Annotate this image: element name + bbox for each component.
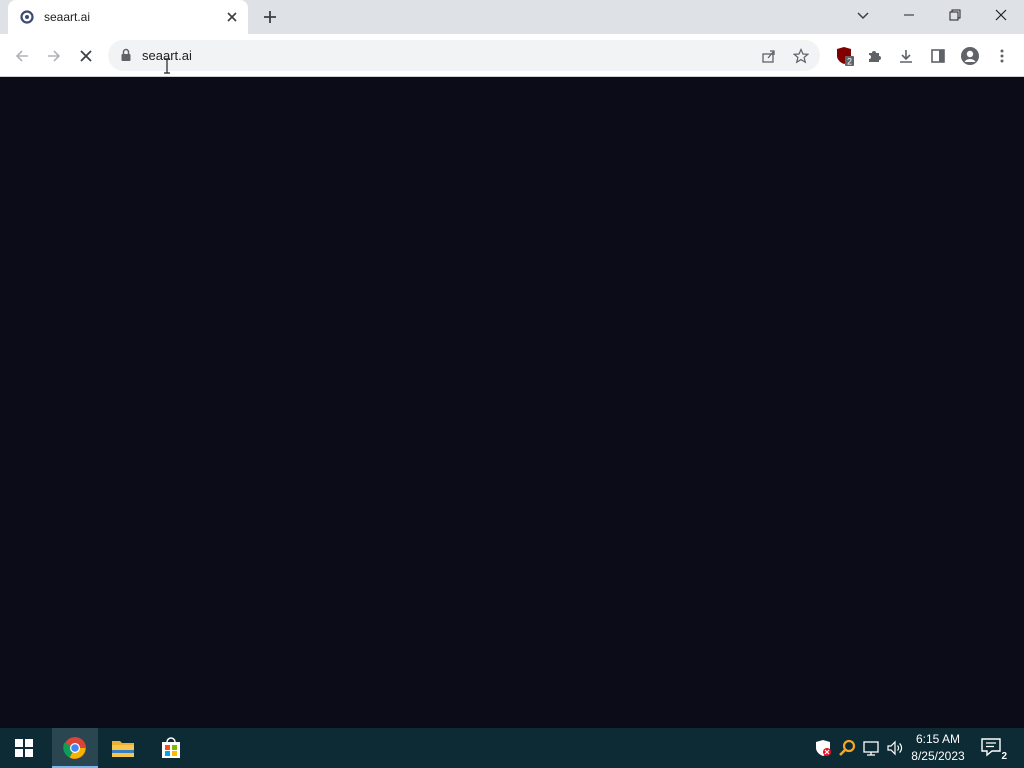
taskbar-chrome[interactable] xyxy=(52,728,98,768)
folder-icon xyxy=(112,741,134,757)
share-button[interactable] xyxy=(756,43,782,69)
side-panel-button[interactable] xyxy=(924,42,952,70)
star-icon xyxy=(793,48,809,64)
search-tray[interactable] xyxy=(837,738,857,758)
share-icon xyxy=(762,50,775,63)
minimize-icon xyxy=(904,14,914,16)
tab-title: seaart.ai xyxy=(44,10,91,24)
windows-security-tray[interactable] xyxy=(813,738,833,758)
restore-button[interactable] xyxy=(932,0,978,30)
text-cursor-icon xyxy=(164,58,170,74)
tab-search-button[interactable] xyxy=(840,0,886,30)
chevron-down-icon xyxy=(857,12,869,20)
profile-avatar-icon xyxy=(961,47,979,65)
arrow-left-icon xyxy=(15,50,28,62)
volume-tray[interactable] xyxy=(885,738,905,758)
page-viewport xyxy=(0,77,1024,728)
speaker-icon xyxy=(887,740,903,756)
minimize-button[interactable] xyxy=(886,0,932,30)
taskbar-file-explorer[interactable] xyxy=(100,728,146,768)
clock-time: 6:15 AM xyxy=(915,732,961,746)
tab-strip: seaart.ai xyxy=(0,0,1024,34)
close-tab-icon[interactable] xyxy=(224,9,240,25)
browser-toolbar: seaart.ai 2 xyxy=(0,34,1024,77)
taskbar-microsoft-store[interactable] xyxy=(148,728,194,768)
bookmark-button[interactable] xyxy=(788,43,814,69)
clock-date: 8/25/2023 xyxy=(911,749,965,763)
windows-taskbar: 6:15 AM 8/25/2023 2 xyxy=(0,728,1024,768)
chrome-icon xyxy=(63,737,86,759)
security-shield-icon xyxy=(816,740,831,756)
notification-icon xyxy=(981,738,1001,757)
profile-button[interactable] xyxy=(956,42,984,70)
notification-count: 2 xyxy=(1001,751,1007,762)
menu-button[interactable] xyxy=(988,42,1016,70)
ublock-shield-icon: 2 xyxy=(837,47,854,67)
action-center-button[interactable]: 2 xyxy=(980,736,1007,762)
puzzle-icon xyxy=(869,51,881,62)
download-icon xyxy=(900,50,912,63)
seaart-favicon-icon xyxy=(20,10,34,24)
store-icon xyxy=(162,737,180,758)
taskbar-clock[interactable]: 6:15 AM 8/25/2023 xyxy=(904,731,972,765)
windows-logo-icon xyxy=(15,739,33,757)
new-tab-icon[interactable] xyxy=(260,7,280,27)
network-tray[interactable] xyxy=(861,738,881,758)
restore-icon xyxy=(949,9,961,21)
arrow-right-icon xyxy=(48,50,61,62)
lock-icon xyxy=(121,48,131,61)
stop-icon xyxy=(80,50,92,62)
ublock-badge-count: 2 xyxy=(847,57,852,67)
ublock-extension-button[interactable]: 2 xyxy=(830,42,858,70)
forward-button[interactable] xyxy=(40,42,68,70)
network-icon xyxy=(863,741,879,756)
address-bar[interactable]: seaart.ai xyxy=(108,40,820,74)
browser-tab[interactable]: seaart.ai xyxy=(8,0,248,34)
back-button[interactable] xyxy=(8,42,36,70)
side-panel-icon xyxy=(931,49,945,63)
close-icon xyxy=(995,9,1007,21)
downloads-button[interactable] xyxy=(892,42,920,70)
close-window-button[interactable] xyxy=(978,0,1024,30)
kebab-menu-icon xyxy=(1000,49,1004,63)
start-button[interactable] xyxy=(0,728,48,768)
stop-loading-button[interactable] xyxy=(72,42,100,70)
extensions-button[interactable] xyxy=(860,42,888,70)
magnifier-icon xyxy=(839,739,856,756)
